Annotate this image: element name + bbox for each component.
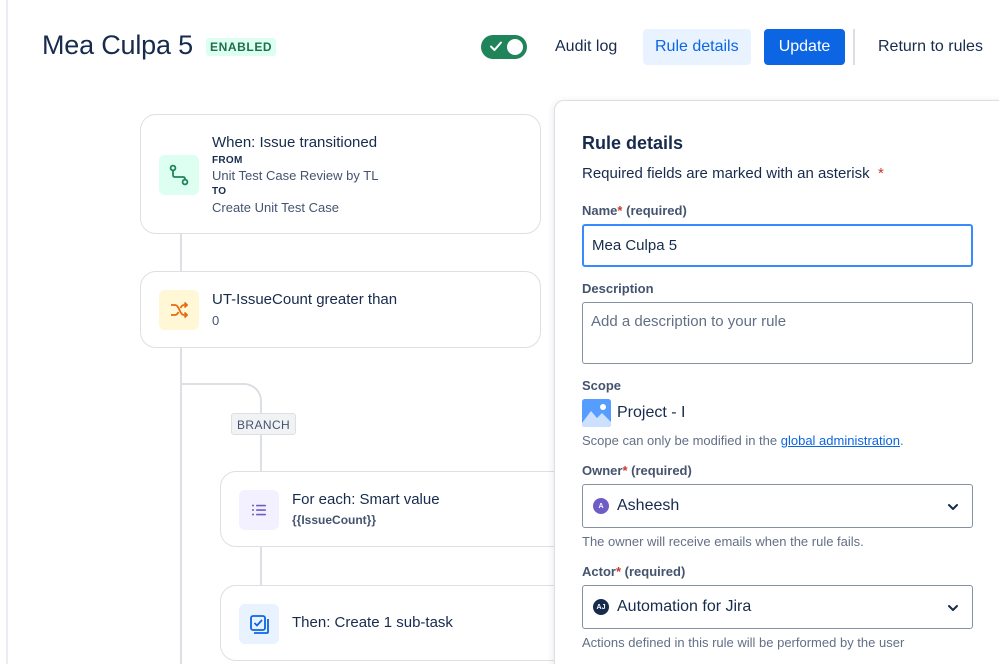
left-border: [6, 0, 8, 664]
required-note-text: Required fields are marked with an aster…: [582, 165, 870, 182]
condition-value: 0: [212, 313, 220, 328]
check-icon: [490, 41, 502, 51]
actor-label-text: Actor: [582, 564, 616, 579]
description-input[interactable]: Add a description to your rule: [582, 302, 973, 364]
flow-connector: [180, 234, 182, 272]
toggle-knob: [507, 39, 523, 55]
scope-label: Scope: [582, 378, 622, 393]
trigger-card[interactable]: When: Issue transitioned FROM Unit Test …: [140, 114, 541, 234]
trigger-title: When: Issue transitioned: [212, 134, 378, 151]
return-to-rules-button[interactable]: Return to rules: [866, 29, 995, 65]
global-administration-link[interactable]: global administration: [781, 433, 900, 448]
owner-required-text: (required): [631, 463, 692, 478]
actor-asterisk: *: [615, 564, 622, 579]
description-label: Description: [582, 281, 654, 296]
actor-label: Actor* (required): [582, 564, 685, 579]
rule-details-button[interactable]: Rule details: [643, 29, 751, 65]
actor-required-text: (required): [624, 564, 686, 579]
header-divider: [853, 29, 855, 65]
trigger-to-value: Create Unit Test Case: [212, 200, 339, 215]
actor-avatar: AJ: [593, 599, 609, 615]
status-badge: ENABLED: [206, 38, 277, 56]
owner-select[interactable]: A Asheesh: [582, 484, 973, 528]
owner-label: Owner* (required): [582, 463, 692, 478]
required-note: Required fields are marked with an aster…: [582, 165, 884, 182]
scope-help-suffix: .: [899, 433, 904, 448]
chevron-down-icon: [948, 605, 958, 611]
list-icon: [239, 490, 279, 530]
owner-label-text: Owner: [582, 463, 623, 478]
description-placeholder: Add a description to your rule: [591, 313, 787, 330]
branch-label: BRANCH: [231, 413, 297, 435]
owner-help: The owner will receive emails when the r…: [582, 534, 864, 549]
scope-help-text: Scope can only be modified in the: [582, 433, 781, 448]
scope-help: Scope can only be modified in the global…: [582, 433, 904, 448]
name-required-text: (required): [626, 203, 687, 218]
flow-connector: [260, 546, 262, 586]
page-title: Mea Culpa 5: [42, 30, 193, 60]
subtask-icon: [239, 604, 279, 644]
condition-title: UT-IssueCount greater than: [212, 291, 398, 308]
actor-help: Actions defined in this rule will be per…: [582, 635, 905, 650]
trigger-from-label: FROM: [212, 155, 243, 166]
transition-icon: [159, 155, 199, 195]
condition-card[interactable]: UT-IssueCount greater than 0: [140, 271, 541, 348]
name-input[interactable]: [582, 224, 973, 267]
scope-value: Project - I: [582, 399, 685, 427]
name-label-text: Name: [582, 203, 618, 218]
rule-enabled-toggle[interactable]: [481, 35, 527, 59]
actor-select[interactable]: AJ Automation for Jira: [582, 585, 973, 629]
owner-avatar: A: [593, 498, 609, 514]
scope-text: Project - I: [617, 404, 686, 421]
for-each-title: For each: Smart value: [292, 491, 440, 508]
owner-asterisk: *: [622, 463, 628, 478]
actor-value: Automation for Jira: [617, 598, 752, 615]
trigger-from-value: Unit Test Case Review by TL: [212, 168, 379, 183]
for-each-value: {{IssueCount}}: [292, 513, 377, 527]
trigger-to-label: TO: [212, 186, 227, 197]
name-label: Name* (required): [582, 203, 687, 218]
project-avatar-icon: [582, 399, 611, 427]
shuffle-icon: [159, 290, 199, 330]
for-each-card[interactable]: For each: Smart value {{IssueCount}}: [220, 471, 610, 547]
name-asterisk: *: [617, 203, 623, 218]
chevron-down-icon: [948, 504, 958, 510]
update-button[interactable]: Update: [764, 29, 845, 65]
required-asterisk: *: [877, 165, 884, 182]
rule-details-panel: Rule details Required fields are marked …: [554, 100, 999, 664]
audit-log-button[interactable]: Audit log: [543, 29, 629, 65]
action-title: Then: Create 1 sub-task: [292, 614, 453, 631]
owner-value: Asheesh: [617, 497, 680, 514]
panel-title: Rule details: [582, 133, 684, 153]
